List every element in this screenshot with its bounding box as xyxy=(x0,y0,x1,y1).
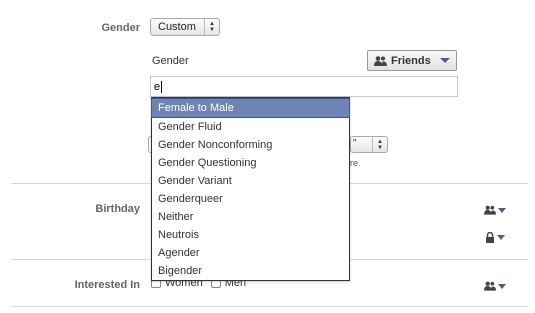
friends-icon xyxy=(374,55,387,66)
suggestion-item[interactable]: Neutrois xyxy=(152,226,349,244)
input-value: e xyxy=(154,80,161,93)
custom-gender-input[interactable]: e xyxy=(150,76,458,97)
audience-selector-button[interactable]: Friends xyxy=(367,50,457,71)
birthday-label: Birthday xyxy=(95,203,140,215)
suggestion-item[interactable]: Female to Male xyxy=(151,98,350,118)
suggestion-item[interactable]: Genderqueer xyxy=(152,190,349,208)
birthday-audience-button[interactable] xyxy=(484,204,506,216)
chevron-down-icon xyxy=(497,234,505,240)
suggestion-item[interactable]: Neither xyxy=(152,208,349,226)
custom-gender-label: Gender xyxy=(152,55,189,67)
select-arrows-icon: ▲ ▼ xyxy=(204,19,219,35)
divider xyxy=(11,306,528,307)
pronoun-select-value: " xyxy=(353,138,357,149)
suggestion-item[interactable]: Bigender xyxy=(152,262,349,280)
pronoun-select[interactable]: " ▲ ▼ xyxy=(350,136,388,153)
interested-in-audience-button[interactable] xyxy=(484,280,506,292)
chevron-down-icon xyxy=(498,207,506,213)
birth-year-audience-button[interactable] xyxy=(485,231,507,243)
suggestion-item[interactable]: Gender Fluid xyxy=(152,118,349,136)
suggestion-item[interactable]: Agender xyxy=(152,244,349,262)
lock-icon xyxy=(486,231,494,243)
friends-icon xyxy=(484,281,496,291)
gender-label: Gender xyxy=(101,22,140,34)
gender-select[interactable]: Custom ▲ ▼ xyxy=(150,18,220,36)
gender-suggestions-dropdown: Female to Male Gender Fluid Gender Nonco… xyxy=(151,97,350,281)
suggestion-item[interactable]: Gender Nonconforming xyxy=(152,136,349,154)
text-cursor xyxy=(161,80,163,93)
select-arrows-icon: ▲ ▼ xyxy=(372,137,387,152)
chevron-down-icon xyxy=(439,58,450,63)
interested-in-label: Interested In xyxy=(74,279,140,291)
suggestion-item[interactable]: Gender Questioning xyxy=(152,154,349,172)
audience-label: Friends xyxy=(391,54,431,67)
learn-more-link[interactable]: re. xyxy=(350,158,361,168)
chevron-down-icon xyxy=(498,283,506,289)
suggestion-item[interactable]: Gender Variant xyxy=(152,172,349,190)
friends-icon xyxy=(484,205,496,215)
gender-select-value: Custom xyxy=(158,21,196,33)
